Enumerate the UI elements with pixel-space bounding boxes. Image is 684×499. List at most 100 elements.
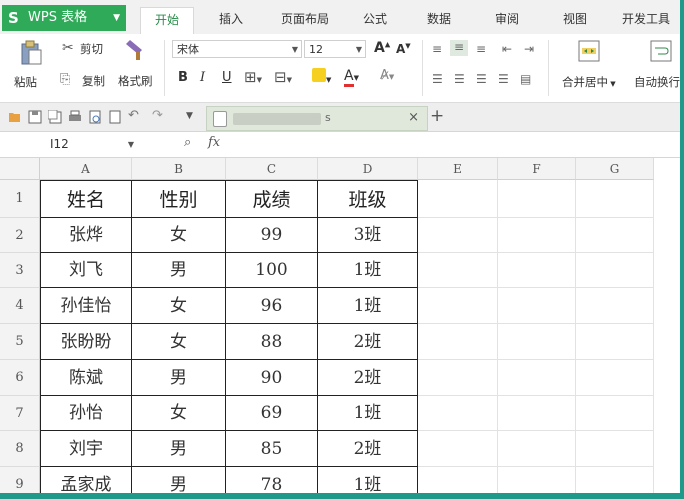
font-size-select[interactable]: 12 ▼ [304, 40, 366, 58]
table-cell[interactable] [418, 218, 498, 253]
underline-button[interactable]: U [222, 70, 232, 85]
fill-color-button[interactable]: ▼ [312, 68, 331, 85]
distributed-icon[interactable]: ▤ [520, 72, 531, 86]
table-cell[interactable] [498, 431, 576, 467]
tab-home[interactable]: 开始 [140, 7, 194, 35]
table-cell[interactable]: 刘飞 [40, 253, 132, 288]
table-cell[interactable]: 女 [132, 288, 226, 324]
table-cell[interactable] [418, 431, 498, 467]
table-cell[interactable] [576, 253, 654, 288]
column-header[interactable]: D [318, 158, 418, 180]
table-cell[interactable] [418, 360, 498, 396]
table-cell[interactable]: 刘宇 [40, 431, 132, 467]
save-icon[interactable] [28, 109, 42, 124]
tab-page-layout[interactable]: 页面布局 [270, 7, 340, 34]
format-painter-icon[interactable] [124, 38, 148, 62]
table-cell[interactable] [576, 396, 654, 431]
row-header[interactable]: 4 [0, 288, 40, 324]
open-folder-icon[interactable] [8, 109, 22, 123]
table-cell[interactable] [576, 288, 654, 324]
font-color-button[interactable]: A▼ [344, 68, 359, 87]
table-cell[interactable]: 孙佳怡 [40, 288, 132, 324]
table-cell[interactable] [498, 288, 576, 324]
indent-increase-icon[interactable]: ⇥ [524, 42, 534, 56]
table-cell[interactable] [576, 360, 654, 396]
table-cell[interactable]: 96 [226, 288, 318, 324]
table-cell[interactable] [576, 218, 654, 253]
justify-icon[interactable]: ☰ [498, 72, 509, 86]
row-header[interactable]: 6 [0, 360, 40, 396]
table-cell[interactable]: 张盼盼 [40, 324, 132, 360]
border-button[interactable]: ⊞▼ [244, 68, 262, 86]
print-icon[interactable] [68, 109, 82, 123]
new-tab-button[interactable]: + [430, 106, 444, 126]
table-cell[interactable]: 1班 [318, 396, 418, 431]
table-cell[interactable]: 3班 [318, 218, 418, 253]
formula-input[interactable] [240, 134, 680, 154]
table-cell[interactable] [418, 253, 498, 288]
table-cell[interactable] [418, 288, 498, 324]
column-header[interactable]: F [498, 158, 576, 180]
table-cell[interactable] [498, 218, 576, 253]
tab-formulas[interactable]: 公式 [352, 7, 398, 34]
indent-decrease-icon[interactable]: ⇤ [502, 42, 512, 56]
italic-button[interactable]: I [200, 70, 205, 85]
document-tab[interactable]: s × [206, 106, 428, 131]
table-cell[interactable] [576, 431, 654, 467]
undo-icon[interactable]: ↶ [128, 109, 142, 123]
row-header[interactable]: 3 [0, 253, 40, 288]
table-cell[interactable]: 85 [226, 431, 318, 467]
grow-font-button[interactable]: A▲ [374, 40, 390, 56]
table-cell[interactable]: 陈斌 [40, 360, 132, 396]
column-header[interactable]: B [132, 158, 226, 180]
table-cell[interactable]: 女 [132, 218, 226, 253]
table-cell[interactable] [498, 180, 576, 218]
row-header[interactable]: 2 [0, 218, 40, 253]
redo-icon[interactable]: ↷ [152, 109, 166, 123]
align-center-icon[interactable]: ☰ [454, 72, 465, 86]
table-cell[interactable] [576, 324, 654, 360]
table-cell[interactable]: 1班 [318, 288, 418, 324]
table-cell[interactable] [418, 180, 498, 218]
bold-button[interactable]: B [178, 70, 188, 85]
row-header[interactable]: 8 [0, 431, 40, 467]
print-preview-icon[interactable] [88, 109, 102, 124]
table-header-cell[interactable]: 姓名 [40, 180, 132, 218]
tab-view[interactable]: 视图 [548, 7, 602, 34]
align-top-icon[interactable]: ≡ [432, 42, 442, 56]
table-cell[interactable]: 69 [226, 396, 318, 431]
auto-wrap-button[interactable]: 自动换行 [628, 38, 684, 98]
column-header[interactable]: E [418, 158, 498, 180]
font-name-select[interactable]: 宋体 ▼ [172, 40, 302, 58]
column-header[interactable]: A [40, 158, 132, 180]
row-header[interactable]: 1 [0, 180, 40, 218]
format-painter-button[interactable]: 格式刷 [116, 72, 160, 90]
save-as-icon[interactable] [47, 109, 62, 124]
close-tab-icon[interactable]: × [408, 110, 419, 125]
table-cell[interactable]: 100 [226, 253, 318, 288]
table-header-cell[interactable]: 成绩 [226, 180, 318, 218]
column-header[interactable]: C [226, 158, 318, 180]
select-all-corner[interactable] [0, 158, 40, 180]
table-cell[interactable]: 1班 [318, 253, 418, 288]
table-cell[interactable] [498, 360, 576, 396]
magnifier-icon[interactable]: ⌕ [184, 135, 191, 150]
table-cell[interactable]: 男 [132, 360, 226, 396]
tab-insert[interactable]: 插入 [208, 7, 254, 34]
table-cell[interactable]: 2班 [318, 360, 418, 396]
table-cell[interactable]: 孙怡 [40, 396, 132, 431]
tab-developer[interactable]: 开发工具 [612, 7, 680, 34]
table-cell[interactable]: 88 [226, 324, 318, 360]
shrink-font-button[interactable]: A▼ [396, 42, 411, 56]
row-header[interactable]: 5 [0, 324, 40, 360]
wps-app-menu-button[interactable]: S WPS 表格 ▼ [2, 5, 126, 31]
row-header[interactable]: 7 [0, 396, 40, 431]
tab-data[interactable]: 数据 [412, 7, 466, 34]
table-cell[interactable]: 男 [132, 431, 226, 467]
tab-review[interactable]: 审阅 [480, 7, 534, 34]
table-cell[interactable] [576, 180, 654, 218]
table-cell[interactable] [498, 253, 576, 288]
align-middle-icon[interactable]: ≡ [450, 40, 468, 56]
table-header-cell[interactable]: 班级 [318, 180, 418, 218]
align-right-icon[interactable]: ☰ [476, 72, 487, 86]
